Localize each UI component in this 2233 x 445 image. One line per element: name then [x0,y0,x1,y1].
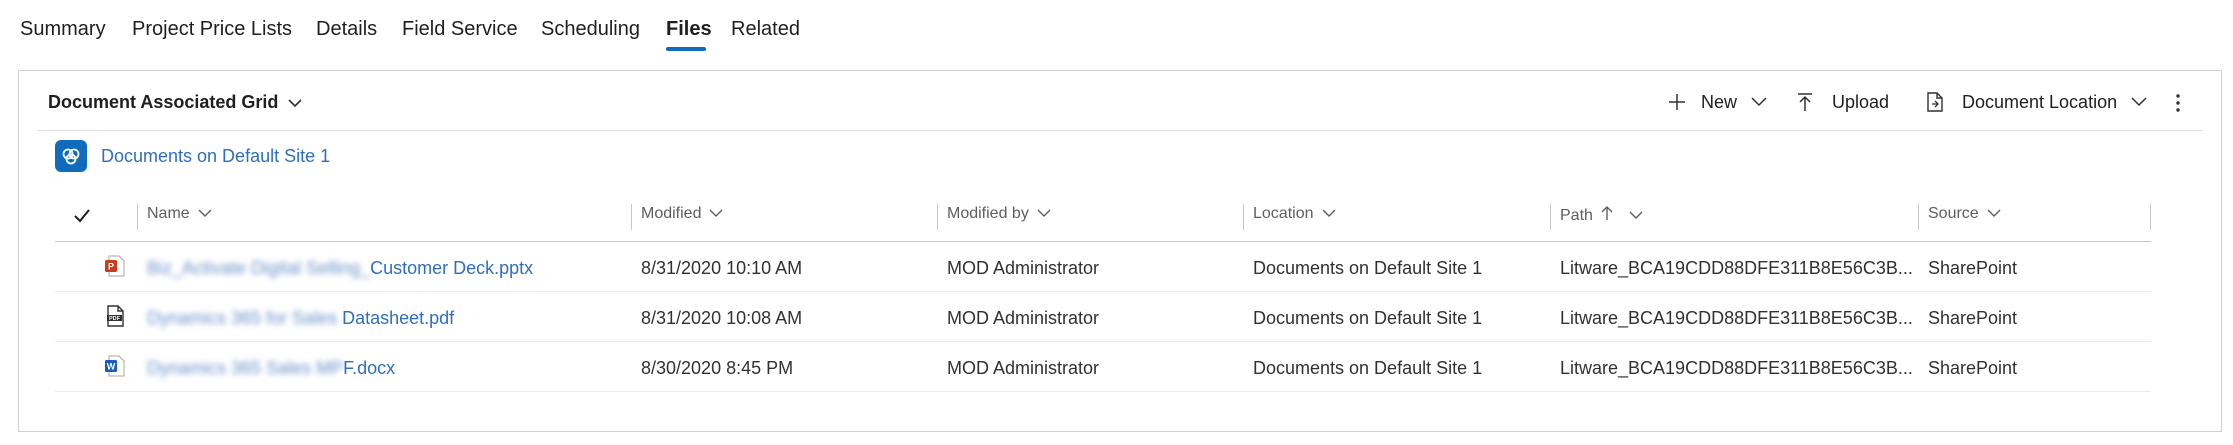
upload-button[interactable]: Upload [1796,88,1889,116]
column-header-label: Modified by [947,205,1029,222]
chevron-down-icon [288,92,302,113]
tab-project-price-lists[interactable]: Project Price Lists [132,14,292,44]
column-header-source[interactable]: Source [1928,205,2001,223]
location-cell: Documents on Default Site 1 [1253,258,1483,278]
redacted-name: Dynamics 365 for Sales [147,308,343,328]
modified-by-cell: MOD Administrator [947,258,1100,278]
column-separator [937,204,938,230]
column-header-label: Location [1253,205,1314,222]
new-button-label: New [1701,91,1738,112]
path-cell: Litware_BCA19CDD88DFE311B8E56C3B... [1560,308,1913,328]
word-file-icon: W [104,355,126,377]
sort-ascending-icon [1601,205,1613,226]
document-location-button[interactable]: Document Location [1926,88,2147,116]
tab-related[interactable]: Related [731,14,800,44]
path-cell: Litware_BCA19CDD88DFE311B8E56C3B... [1560,258,1913,278]
location-cell: Documents on Default Site 1 [1253,358,1483,378]
sharepoint-site-link[interactable]: Documents on Default Site 1 [55,140,330,172]
column-header-label: Name [147,205,190,222]
svg-text:W: W [107,362,116,372]
add-icon [1667,92,1687,112]
column-separator [631,204,632,230]
sharepoint-icon [55,140,87,172]
column-header-label: Path [1560,206,1593,224]
active-tab-indicator [666,47,706,51]
redacted-name: Biz_Activate Digital Selling_ [147,258,371,278]
file-name-link[interactable]: Dynamics 365 Sales MPF.docx [147,356,395,380]
redacted-name: Dynamics 365 Sales MP [147,358,344,378]
pdf-file-icon: PDF [104,305,126,327]
column-header-label: Modified [641,205,702,222]
tab-details[interactable]: Details [316,14,377,44]
file-name-text: Datasheet.pdf [342,308,455,328]
svg-text:P: P [108,262,114,272]
tab-field-service[interactable]: Field Service [402,14,518,44]
view-selector[interactable]: Document Associated Grid [48,92,302,113]
row-divider [55,291,2151,292]
svg-text:PDF: PDF [109,316,121,322]
new-button[interactable]: New [1667,88,1767,116]
site-link-label: Documents on Default Site 1 [101,145,331,166]
column-header-label: Source [1928,205,1979,222]
chevron-down-icon [198,205,212,223]
panel-divider [37,130,2203,131]
column-header-name[interactable]: Name [147,205,212,223]
chevron-down-icon [1322,205,1336,223]
powerpoint-file-icon: P [104,255,126,277]
grid-title: Document Associated Grid [48,92,279,112]
chevron-down-icon [1751,97,1767,107]
header-divider [55,241,2151,242]
column-header-location[interactable]: Location [1253,205,1336,223]
column-separator [1550,204,1551,230]
modified-by-cell: MOD Administrator [947,308,1100,328]
column-header-path[interactable]: Path [1560,205,1643,226]
file-name-link[interactable]: Dynamics 365 for Sales Datasheet.pdf [147,306,454,330]
upload-button-label: Upload [1832,91,1890,112]
file-name-text: F.docx [343,358,396,378]
select-all-checkmark[interactable] [73,208,91,229]
upload-icon [1796,92,1814,112]
column-separator [137,204,138,230]
file-name-text: Customer Deck.pptx [370,258,534,278]
tab-summary[interactable]: Summary [20,14,106,44]
column-separator [1243,204,1244,230]
modified-by-cell: MOD Administrator [947,358,1100,378]
tab-files[interactable]: Files [666,14,712,44]
more-commands-icon[interactable] [2174,92,2182,114]
source-cell: SharePoint [1928,258,2018,278]
modified-cell: 8/31/2020 10:08 AM [641,308,803,328]
document-location-label: Document Location [1962,91,2118,112]
location-cell: Documents on Default Site 1 [1253,308,1483,328]
column-header-modified-by[interactable]: Modified by [947,205,1051,223]
modified-cell: 8/31/2020 10:10 AM [641,258,803,278]
tab-scheduling[interactable]: Scheduling [541,14,640,44]
chevron-down-icon [2131,97,2147,107]
column-header-modified[interactable]: Modified [641,205,723,223]
column-separator [1918,204,1919,230]
column-separator [2150,204,2151,230]
file-name-link[interactable]: Biz_Activate Digital Selling_Customer De… [147,256,533,280]
row-divider [55,341,2151,342]
chevron-down-icon [1037,205,1051,223]
row-divider [55,391,2151,392]
path-cell: Litware_BCA19CDD88DFE311B8E56C3B... [1560,358,1913,378]
source-cell: SharePoint [1928,308,2018,328]
chevron-down-icon [709,205,723,223]
chevron-down-icon [1987,205,2001,223]
chevron-down-icon [1629,207,1643,225]
modified-cell: 8/30/2020 8:45 PM [641,358,794,378]
document-location-icon [1926,92,1944,112]
source-cell: SharePoint [1928,358,2018,378]
